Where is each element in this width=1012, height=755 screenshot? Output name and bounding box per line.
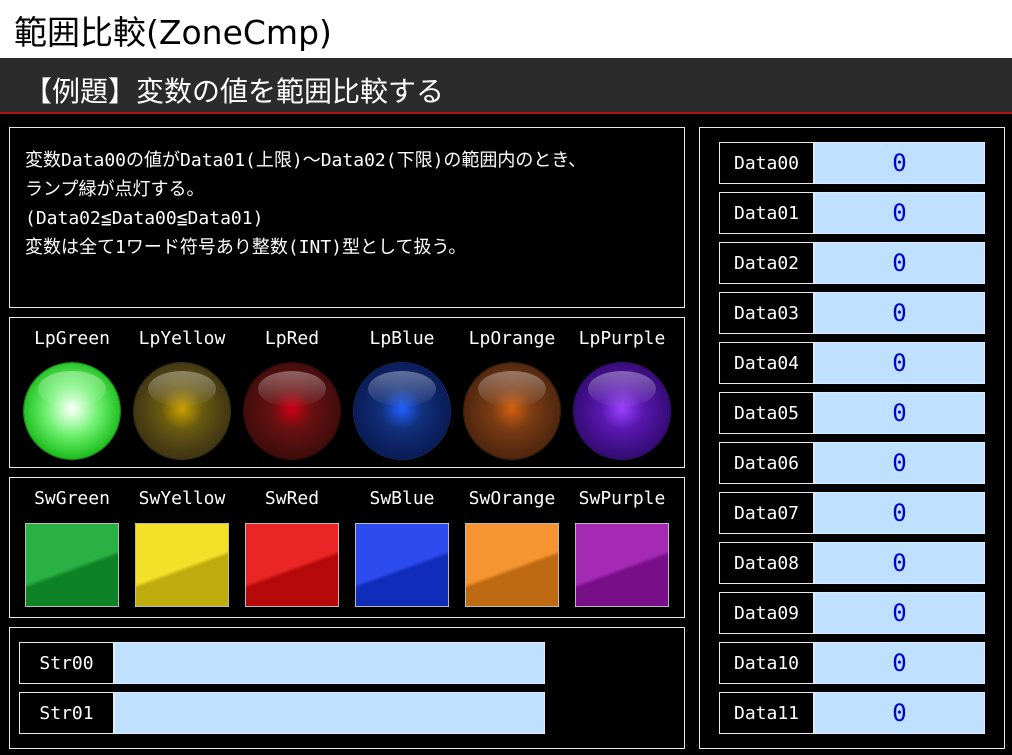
data-label: Data02 bbox=[719, 242, 814, 284]
data-row-data06: Data06 0 bbox=[719, 442, 985, 484]
switch-shade bbox=[136, 524, 228, 606]
data-label: Data09 bbox=[719, 592, 814, 634]
switch-shade bbox=[576, 524, 668, 606]
switch-shade bbox=[356, 524, 448, 606]
data-row-data01: Data01 0 bbox=[719, 192, 985, 234]
string-label: Str01 bbox=[19, 692, 114, 734]
data-label: Data04 bbox=[719, 342, 814, 384]
lamp-blue bbox=[354, 363, 450, 459]
description-line: 変数は全て1ワード符号あり整数(INT)型として扱う。 bbox=[25, 237, 467, 258]
data-label: Data10 bbox=[719, 642, 814, 684]
string-row-str01: Str01 bbox=[19, 692, 545, 734]
data-value-field[interactable]: 0 bbox=[814, 442, 985, 484]
data-row-data10: Data10 0 bbox=[719, 642, 985, 684]
switch-shade bbox=[466, 524, 558, 606]
switch-yellow[interactable] bbox=[135, 523, 229, 607]
string-value-field[interactable] bbox=[114, 692, 545, 734]
lamp-panel: LpGreen LpYellow LpRed LpBlue LpOrange L… bbox=[9, 317, 685, 468]
switch-label-orange: SwOrange bbox=[468, 488, 556, 509]
data-label: Data07 bbox=[719, 492, 814, 534]
switch-red[interactable] bbox=[245, 523, 339, 607]
string-label: Str00 bbox=[19, 642, 114, 684]
lamp-label-orange: LpOrange bbox=[468, 328, 556, 349]
data-label: Data01 bbox=[719, 192, 814, 234]
lamp-orange bbox=[464, 363, 560, 459]
data-value-field[interactable]: 0 bbox=[814, 392, 985, 434]
data-value-field[interactable]: 0 bbox=[814, 692, 985, 734]
data-value-field[interactable]: 0 bbox=[814, 142, 985, 184]
data-value-field[interactable]: 0 bbox=[814, 192, 985, 234]
window-title: 範囲比較(ZoneCmp) bbox=[14, 13, 332, 52]
data-row-data04: Data04 0 bbox=[719, 342, 985, 384]
switch-panel: SwGreen SwYellow SwRed SwBlue SwOrange S… bbox=[9, 477, 685, 618]
lamp-label-yellow: LpYellow bbox=[138, 328, 226, 349]
description-line: ランプ緑が点灯する。 bbox=[25, 179, 205, 200]
data-value-field[interactable]: 0 bbox=[814, 242, 985, 284]
data-row-data08: Data08 0 bbox=[719, 542, 985, 584]
data-row-data05: Data05 0 bbox=[719, 392, 985, 434]
data-row-data00: Data00 0 bbox=[719, 142, 985, 184]
switch-blue[interactable] bbox=[355, 523, 449, 607]
data-row-data07: Data07 0 bbox=[719, 492, 985, 534]
lamp-label-red: LpRed bbox=[264, 328, 320, 349]
lamp-label-green: LpGreen bbox=[34, 328, 110, 349]
string-value-field[interactable] bbox=[114, 642, 545, 684]
switch-label-red: SwRed bbox=[264, 488, 320, 509]
string-panel: Str00 Str01 bbox=[9, 627, 685, 749]
data-label: Data06 bbox=[719, 442, 814, 484]
lamp-purple bbox=[574, 363, 670, 459]
lamp-red bbox=[244, 363, 340, 459]
data-label: Data05 bbox=[719, 392, 814, 434]
data-value-field[interactable]: 0 bbox=[814, 642, 985, 684]
data-value-field[interactable]: 0 bbox=[814, 592, 985, 634]
data-row-data03: Data03 0 bbox=[719, 292, 985, 334]
data-label: Data00 bbox=[719, 142, 814, 184]
switch-label-green: SwGreen bbox=[34, 488, 110, 509]
window-title-bar: 範囲比較(ZoneCmp) bbox=[0, 0, 1012, 58]
example-title: 【例題】変数の値を範囲比較する bbox=[24, 75, 445, 108]
switch-shade bbox=[26, 524, 118, 606]
example-header: 【例題】変数の値を範囲比較する bbox=[0, 58, 1012, 114]
lamp-label-purple: LpPurple bbox=[578, 328, 666, 349]
switch-shade bbox=[246, 524, 338, 606]
description-panel: 変数Data00の値がData01(上限)～Data02(下限)の範囲内のとき、… bbox=[9, 127, 685, 308]
lamp-yellow bbox=[134, 363, 230, 459]
lamp-green bbox=[24, 363, 120, 459]
data-value-field[interactable]: 0 bbox=[814, 542, 985, 584]
lamp-label-blue: LpBlue bbox=[369, 328, 435, 349]
string-row-str00: Str00 bbox=[19, 642, 545, 684]
data-label: Data08 bbox=[719, 542, 814, 584]
description-line: (Data02≦Data00≦Data01) bbox=[25, 208, 264, 229]
data-row-data02: Data02 0 bbox=[719, 242, 985, 284]
switch-orange[interactable] bbox=[465, 523, 559, 607]
data-row-data09: Data09 0 bbox=[719, 592, 985, 634]
data-label: Data03 bbox=[719, 292, 814, 334]
data-value-field[interactable]: 0 bbox=[814, 292, 985, 334]
data-label: Data11 bbox=[719, 692, 814, 734]
switch-label-blue: SwBlue bbox=[369, 488, 435, 509]
switch-purple[interactable] bbox=[575, 523, 669, 607]
switch-label-purple: SwPurple bbox=[578, 488, 666, 509]
data-panel: Data00 0 Data01 0 Data02 0 Data03 0 Data… bbox=[699, 127, 1005, 749]
switch-label-yellow: SwYellow bbox=[138, 488, 226, 509]
description-line: 変数Data00の値がData01(上限)～Data02(下限)の範囲内のとき、 bbox=[25, 150, 587, 171]
data-row-data11: Data11 0 bbox=[719, 692, 985, 734]
data-value-field[interactable]: 0 bbox=[814, 492, 985, 534]
data-value-field[interactable]: 0 bbox=[814, 342, 985, 384]
switch-green[interactable] bbox=[25, 523, 119, 607]
